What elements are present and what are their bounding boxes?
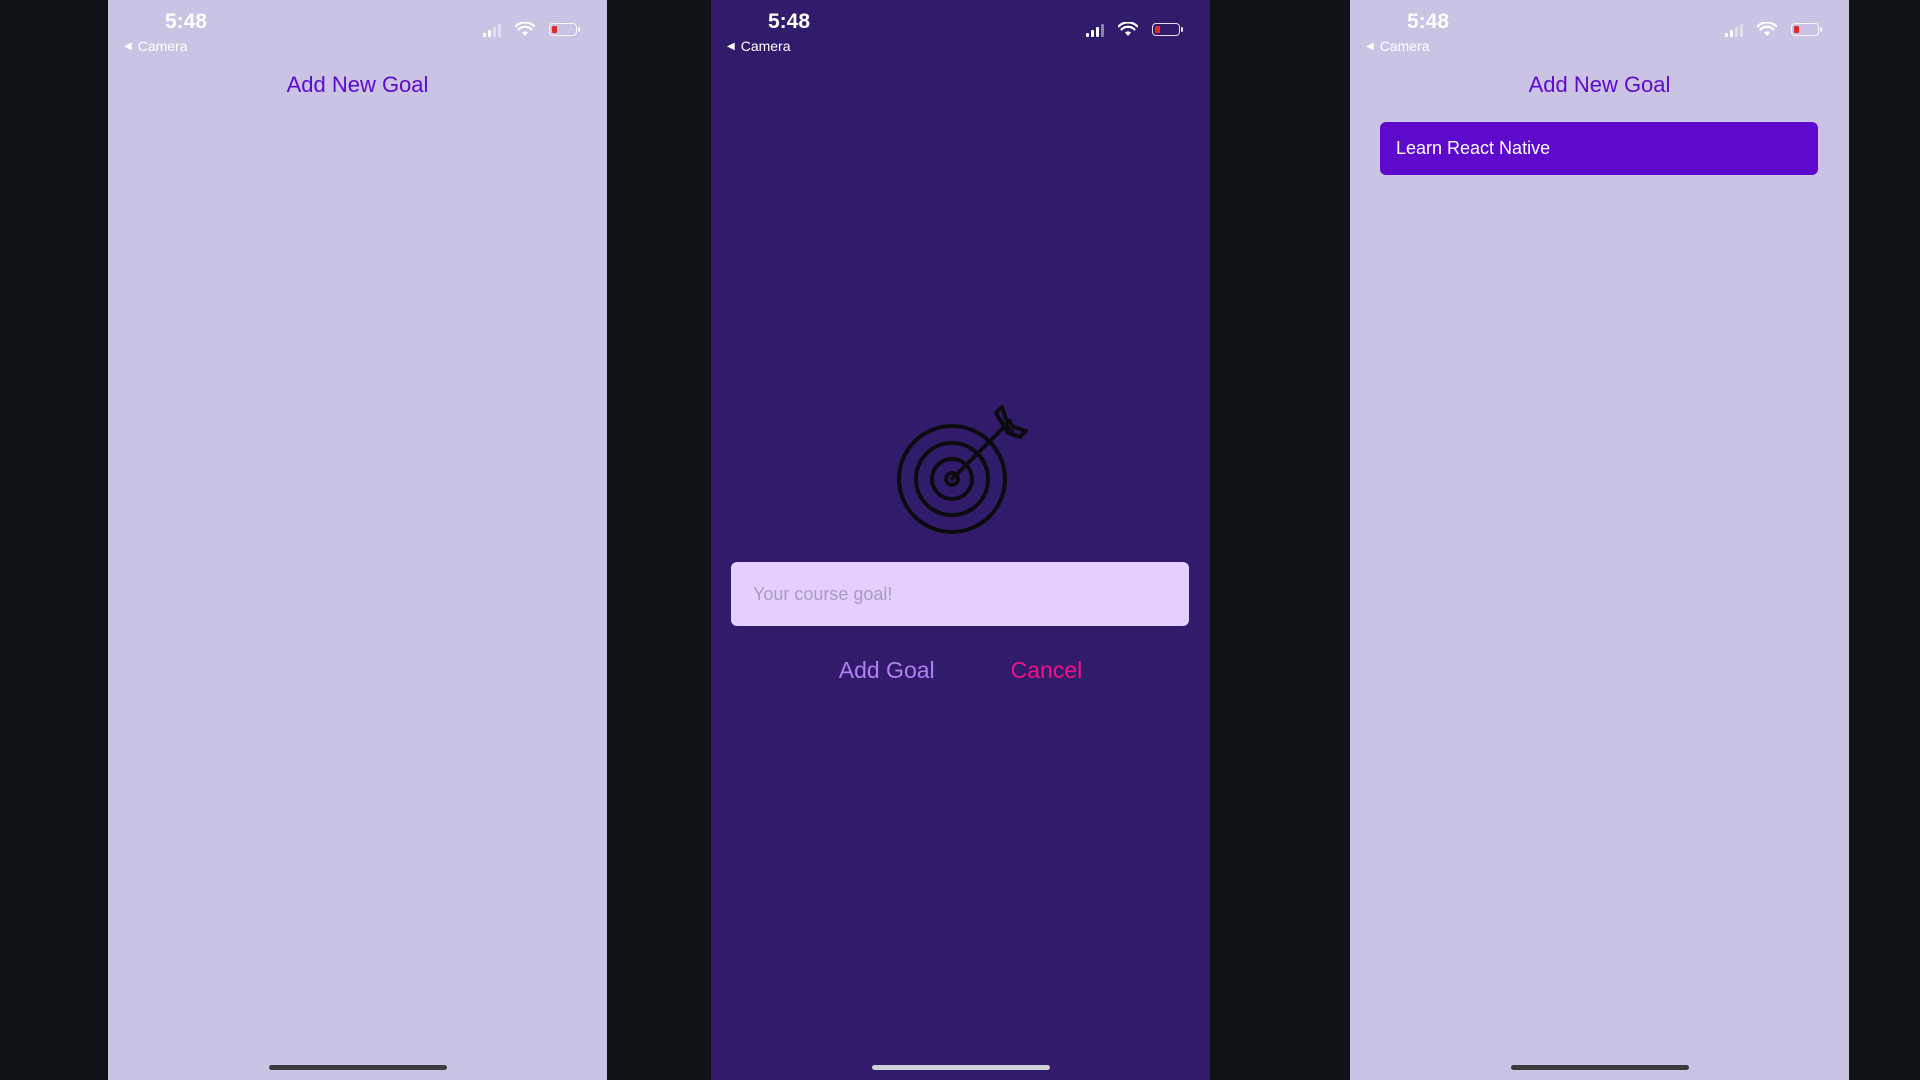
goal-list-item[interactable]: Learn React Native [1380, 122, 1818, 175]
home-indicator[interactable] [871, 1065, 1050, 1070]
phone-screen-with-goal: 5:48 ◀ Camera Add New Goal Learn React N… [1350, 0, 1849, 1080]
cellular-signal-icon [1086, 23, 1104, 37]
status-time: 5:48 [768, 10, 811, 33]
phone-screen-modal: 5:48 ◀ Camera Add Goal Ca [711, 0, 1210, 1080]
target-arrow-icon [896, 405, 1031, 540]
status-time: 5:48 [1407, 10, 1450, 33]
back-arrow-icon: ◀ [124, 40, 132, 52]
back-link-label: Camera [740, 38, 791, 54]
cancel-button[interactable]: Cancel [1011, 657, 1083, 684]
cellular-signal-icon [483, 23, 501, 37]
back-arrow-icon: ◀ [1366, 40, 1374, 52]
back-to-camera-link[interactable]: ◀ Camera [124, 38, 188, 54]
add-new-goal-button[interactable]: Add New Goal [1350, 72, 1849, 98]
battery-icon [1791, 23, 1822, 36]
goal-item-text: Learn React Native [1396, 138, 1551, 158]
battery-icon [1152, 23, 1183, 36]
phone-screen-empty: 5:48 ◀ Camera Add New Goal [108, 0, 607, 1080]
home-indicator[interactable] [1510, 1065, 1689, 1070]
modal-button-row: Add Goal Cancel [711, 657, 1210, 684]
back-link-label: Camera [137, 38, 188, 54]
add-goal-button[interactable]: Add Goal [839, 657, 935, 684]
status-icons [1086, 22, 1183, 37]
back-link-label: Camera [1379, 38, 1430, 54]
battery-icon [549, 23, 580, 36]
back-to-camera-link[interactable]: ◀ Camera [1366, 38, 1430, 54]
wifi-icon [1757, 22, 1777, 36]
add-new-goal-button[interactable]: Add New Goal [108, 72, 607, 98]
home-indicator[interactable] [268, 1065, 447, 1070]
status-icons [1725, 22, 1822, 37]
wifi-icon [1118, 22, 1138, 36]
back-to-camera-link[interactable]: ◀ Camera [727, 38, 791, 54]
wifi-icon [515, 22, 535, 36]
status-time: 5:48 [165, 10, 208, 33]
back-arrow-icon: ◀ [727, 40, 735, 52]
cellular-signal-icon [1725, 23, 1743, 37]
status-icons [483, 22, 580, 37]
goal-input[interactable] [731, 562, 1189, 626]
